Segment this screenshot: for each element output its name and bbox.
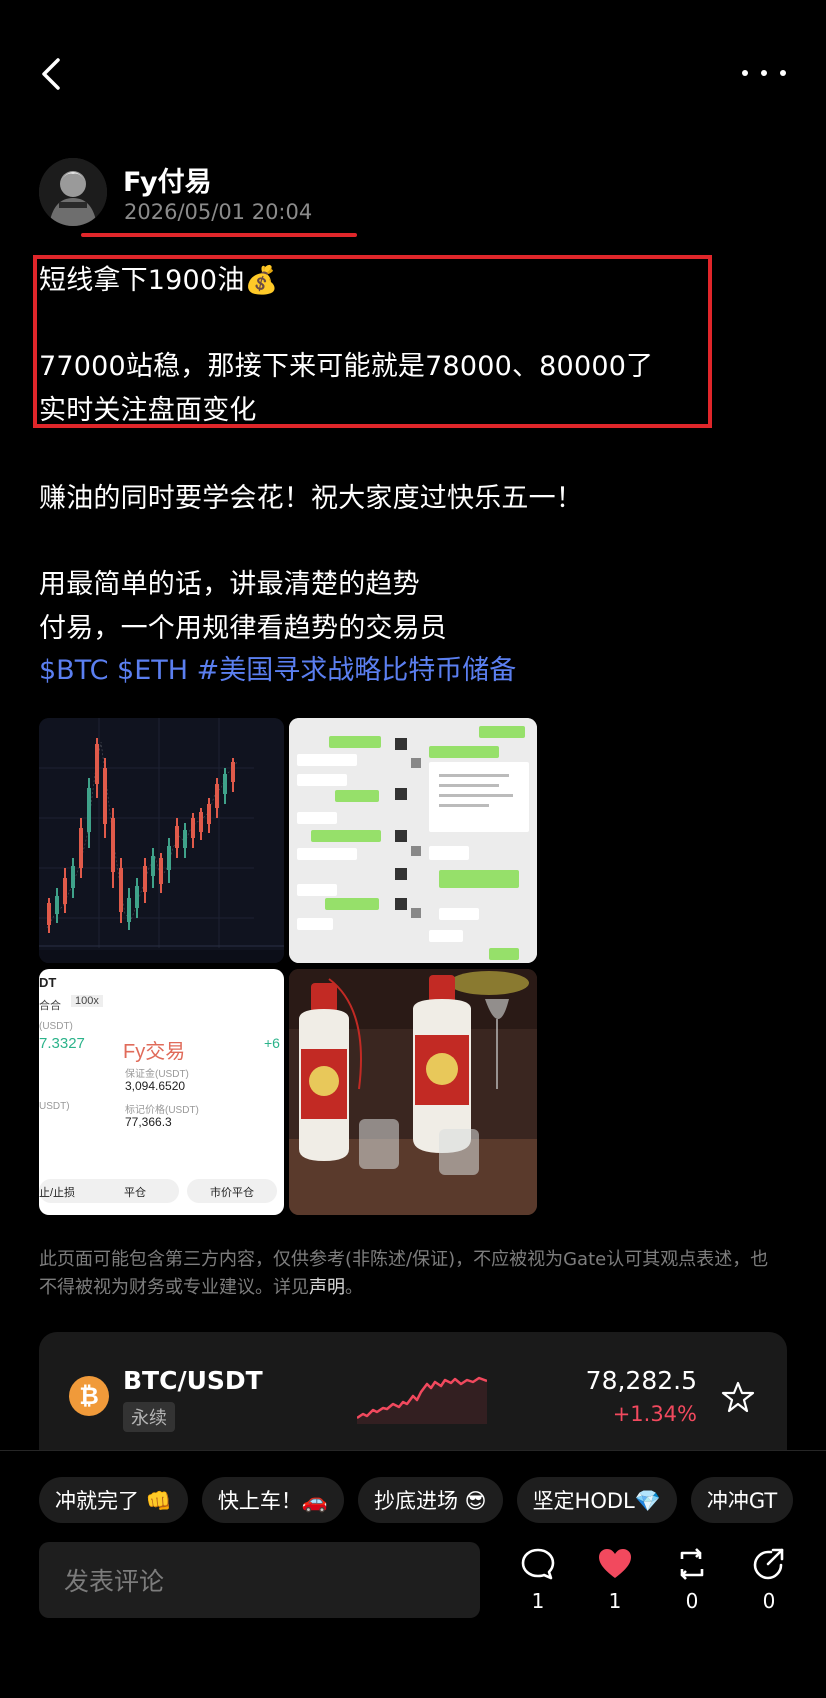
back-button[interactable] xyxy=(38,56,64,92)
like-count: 1 xyxy=(608,1589,622,1613)
disclaimer-text: 此页面可能包含第三方内容，仅供参考(非陈述/保证)，不应被视为Gate认可其观点… xyxy=(39,1246,769,1302)
repost-button[interactable]: 0 xyxy=(672,1547,712,1613)
ticker-type-badge: 永续 xyxy=(123,1402,175,1432)
trade-header: DT xyxy=(39,975,57,990)
chat-screenshot-image xyxy=(289,718,537,963)
trade-pnl: 7.3327 xyxy=(39,1035,85,1052)
quick-reaction-chip[interactable]: 冲冲GT xyxy=(690,1477,794,1523)
price-sparkline xyxy=(357,1376,487,1424)
trade-btn-market: 市价平仓 xyxy=(187,1179,277,1203)
annotation-underline xyxy=(81,233,357,237)
disclaimer-end: 。 xyxy=(345,1277,363,1298)
more-options-button[interactable] xyxy=(742,66,786,80)
comment-input[interactable]: 发表评论 xyxy=(39,1542,480,1618)
avatar[interactable] xyxy=(39,158,107,226)
post-line: 77000站稳，那接下来可能就是78000、80000了 xyxy=(39,351,654,382)
trade-label: USDT) xyxy=(39,1101,70,1112)
comment-placeholder: 发表评论 xyxy=(64,1567,165,1596)
margin-value: 3,094.6520 xyxy=(125,1079,186,1093)
trade-label: (USDT) xyxy=(39,1021,73,1032)
trade-watermark: Fy交易 xyxy=(123,1041,186,1063)
trade-leverage: 100x xyxy=(71,995,103,1007)
post-hashtags[interactable]: $BTC $ETH #美国寻求战略比特币储备 xyxy=(39,648,516,687)
bitcoin-icon: ₿ xyxy=(69,1376,109,1416)
post-line: 短线拿下1900油💰 xyxy=(39,265,279,296)
candlestick-chart-image xyxy=(39,718,284,963)
author-header[interactable]: Fy付易 2026/05/01 20:04 xyxy=(39,158,399,230)
post-line: 实时关注盘面变化 xyxy=(39,395,257,426)
trade-mode: 合合 xyxy=(39,1000,61,1012)
ticker-pair: BTC/USDT xyxy=(123,1366,263,1395)
quick-reaction-chip[interactable]: 冲就完了 👊 xyxy=(39,1477,188,1523)
quick-reactions: 冲就完了 👊 快上车！🚗 抄底进场 😎 坚定HODL💎 冲冲GT xyxy=(39,1477,794,1523)
comment-count: 1 xyxy=(531,1589,545,1613)
ticker-card[interactable]: ₿ BTC/USDT 永续 78,282.5 +1.34% xyxy=(39,1332,787,1450)
post-timestamp: 2026/05/01 20:04 xyxy=(124,200,313,224)
share-count: 0 xyxy=(762,1589,776,1613)
post-line: 赚油的同时要学会花！祝大家度过快乐五一！ xyxy=(39,483,583,514)
chevron-left-icon xyxy=(42,58,60,90)
comment-button[interactable]: 1 xyxy=(518,1547,558,1613)
post-image-chart[interactable] xyxy=(39,718,284,963)
trade-btn-close: 平仓 xyxy=(91,1179,179,1203)
share-button[interactable]: 0 xyxy=(749,1547,789,1613)
more-dot-icon xyxy=(761,70,767,76)
top-bar xyxy=(0,50,826,100)
mark-label: 标记价格(USDT) xyxy=(125,1105,199,1116)
comment-icon xyxy=(521,1548,555,1580)
post-detail-page: Fy付易 2026/05/01 20:04 短线拿下1900油💰 77000站稳… xyxy=(0,0,826,1698)
bottom-panel: 冲就完了 👊 快上车！🚗 抄底进场 😎 坚定HODL💎 冲冲GT 发表评论 1 … xyxy=(0,1450,826,1698)
post-image-photo[interactable] xyxy=(289,969,537,1215)
author-name[interactable]: Fy付易 xyxy=(123,160,212,199)
ticker-price: 78,282.5 xyxy=(585,1366,697,1395)
repost-count: 0 xyxy=(685,1589,699,1613)
quick-reaction-chip[interactable]: 坚定HODL💎 xyxy=(516,1477,677,1523)
like-button[interactable]: 1 xyxy=(595,1547,635,1613)
star-icon[interactable] xyxy=(721,1380,755,1414)
share-icon xyxy=(753,1548,784,1580)
margin-label: 保证金(USDT) xyxy=(125,1069,189,1080)
quick-reaction-chip[interactable]: 快上车！🚗 xyxy=(201,1477,344,1523)
avatar-image xyxy=(39,158,107,226)
disclaimer-body: 此页面可能包含第三方内容，仅供参考(非陈述/保证)，不应被视为Gate认可其观点… xyxy=(39,1249,769,1298)
post-image-chat[interactable] xyxy=(289,718,537,963)
more-dot-icon xyxy=(742,70,748,76)
post-image-trade[interactable]: DT 合合 100x (USDT) 7.3327 Fy交易 +6 保证金(USD… xyxy=(39,969,284,1215)
ticker-change: +1.34% xyxy=(612,1402,697,1426)
disclaimer-link[interactable]: 声明 xyxy=(309,1277,345,1298)
trade-pos: +6 xyxy=(264,1035,280,1051)
more-dot-icon xyxy=(780,70,786,76)
liquor-photo-image xyxy=(289,969,537,1215)
repost-icon xyxy=(680,1548,704,1580)
quick-reaction-chip[interactable]: 抄底进场 😎 xyxy=(357,1477,503,1523)
post-line: 用最简单的话，讲最清楚的趋势 xyxy=(39,569,420,600)
mark-value: 77,366.3 xyxy=(125,1115,172,1129)
heart-icon xyxy=(599,1549,631,1578)
post-line: 付易，一个用规律看趋势的交易员 xyxy=(39,613,447,644)
